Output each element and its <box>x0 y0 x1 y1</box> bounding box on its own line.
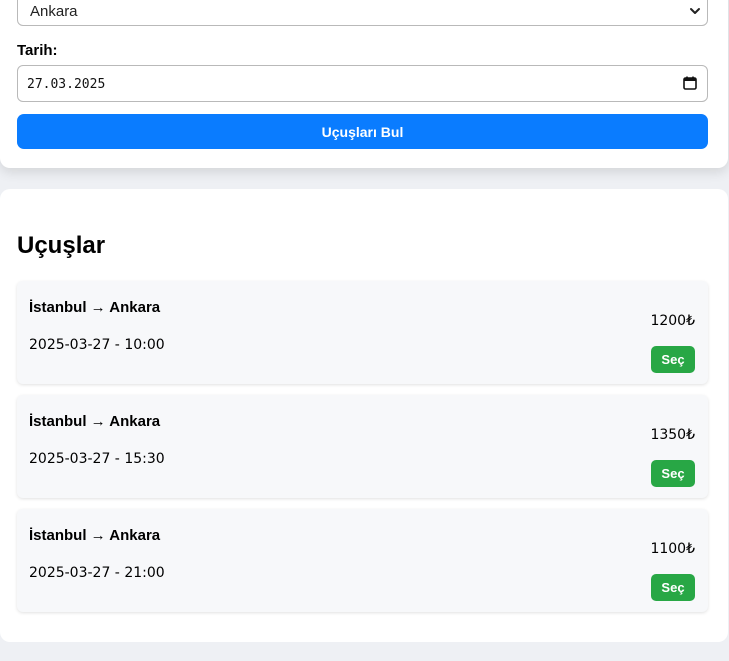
flight-price: 1200₺ <box>650 313 695 329</box>
find-flights-button[interactable]: Uçuşları Bul <box>17 114 708 149</box>
flight-route: İstanbul → Ankara <box>29 527 161 544</box>
flight-datetime: 2025-03-27 - 10:00 <box>29 337 165 353</box>
calendar-icon[interactable] <box>683 76 697 90</box>
flight-datetime: 2025-03-27 - 21:00 <box>29 565 165 581</box>
flight-card: İstanbul → Ankara 2025-03-27 - 21:00 110… <box>17 509 708 612</box>
flight-datetime: 2025-03-27 - 15:30 <box>29 451 165 467</box>
flight-route: İstanbul → Ankara <box>29 413 161 430</box>
flight-price: 1100₺ <box>650 541 695 557</box>
flight-card: İstanbul → Ankara 2025-03-27 - 15:30 135… <box>17 395 708 498</box>
date-input[interactable]: 27.03.2025 <box>17 65 708 102</box>
results-title: Uçuşlar <box>17 232 106 259</box>
search-form-card: Ankara Tarih: 27.03.2025 Uçuşları Bul <box>0 0 728 168</box>
select-flight-button[interactable]: Seç <box>651 346 695 373</box>
results-card: Uçuşlar İstanbul → Ankara 2025-03-27 - 1… <box>0 189 728 642</box>
destination-select-value: Ankara <box>30 3 78 20</box>
select-flight-button[interactable]: Seç <box>651 460 695 487</box>
select-flight-button[interactable]: Seç <box>651 574 695 601</box>
flight-price: 1350₺ <box>650 427 695 443</box>
date-input-value: 27.03.2025 <box>27 77 106 92</box>
destination-select[interactable]: Ankara <box>17 0 708 26</box>
chevron-down-icon <box>690 8 700 14</box>
flight-card: İstanbul → Ankara 2025-03-27 - 10:00 120… <box>17 281 708 384</box>
flight-route: İstanbul → Ankara <box>29 299 161 316</box>
date-label: Tarih: <box>17 42 58 59</box>
